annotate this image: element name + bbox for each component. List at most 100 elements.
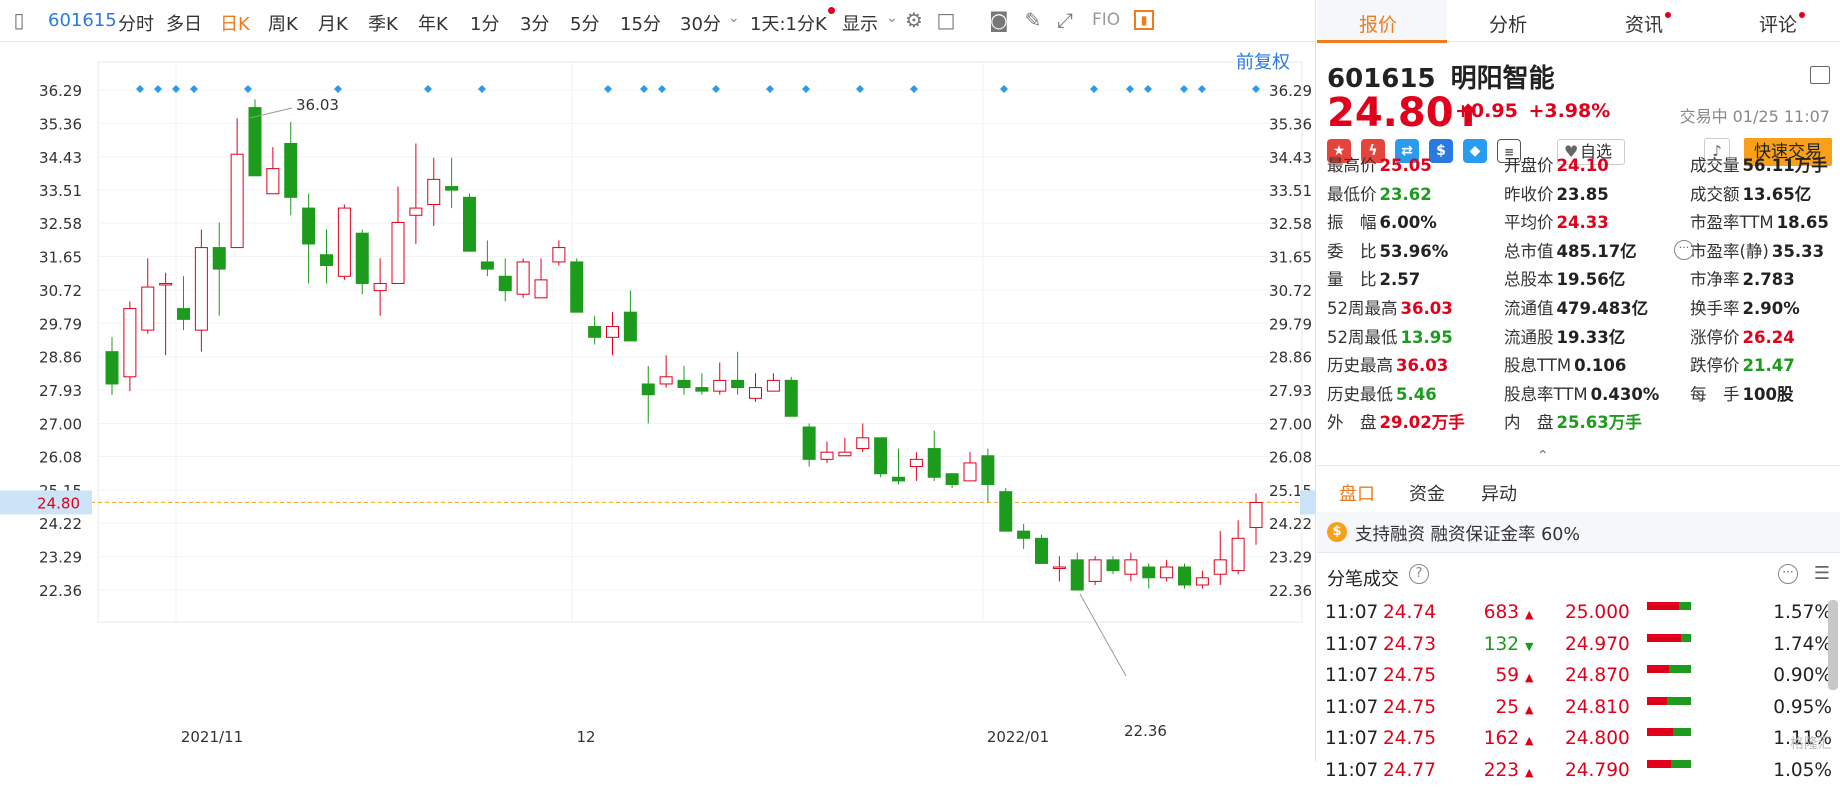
- tick-dir-icon: ▲: [1525, 734, 1534, 747]
- event-marker: [766, 85, 774, 93]
- chevron-down-icon[interactable]: ⌄: [886, 10, 898, 26]
- tab-anomaly[interactable]: 异动: [1481, 480, 1517, 506]
- y-tick-left: 27.93: [39, 382, 82, 400]
- layout-panel-icon[interactable]: ▮: [1134, 10, 1154, 30]
- y-tick-right: 35.36: [1269, 115, 1312, 133]
- fullscreen-icon[interactable]: ⤢: [1054, 9, 1076, 31]
- candle-body: [606, 326, 619, 338]
- trade-status: 交易中 01/25 11:07: [1679, 107, 1830, 126]
- tab-news[interactable]: 资讯: [1625, 10, 1663, 37]
- period-tab-fenshi[interactable]: 分时: [118, 10, 154, 36]
- stat-value: 5.46: [1396, 384, 1437, 404]
- stat-label: 市盈率TTM: [1690, 213, 1774, 233]
- tick-ratio-fill: [1647, 696, 1667, 705]
- square-tool-icon[interactable]: □: [935, 9, 957, 31]
- period-tab-day-k[interactable]: 日K: [220, 10, 250, 36]
- period-tab-year-k[interactable]: 年K: [418, 10, 448, 36]
- dollar-icon[interactable]: $: [1429, 139, 1453, 163]
- day-minute-selector[interactable]: 1天:1分K: [750, 10, 827, 36]
- stat-value: 100股: [1742, 384, 1794, 404]
- more-circle-icon[interactable]: ···: [1674, 239, 1694, 260]
- tick-pct: 0.90%: [1773, 665, 1832, 686]
- stat-label: 历史最高: [1327, 356, 1393, 376]
- sidebar-toggle-icon[interactable]: ▯: [8, 9, 30, 31]
- event-marker: [478, 85, 486, 93]
- stat-label: 涨停价: [1690, 327, 1740, 347]
- stat-value: 23.62: [1379, 184, 1432, 204]
- stat-label: 最高价: [1327, 156, 1377, 175]
- camera-icon[interactable]: ◙: [988, 9, 1010, 31]
- tab-analysis[interactable]: 分析: [1489, 10, 1527, 37]
- pencil-icon[interactable]: ✎: [1022, 9, 1044, 31]
- period-tab-multiday[interactable]: 多日: [166, 10, 202, 36]
- y-tick-right: 29.79: [1269, 315, 1312, 333]
- candle-body: [1178, 566, 1191, 586]
- stat-value: 35.33: [1771, 241, 1825, 261]
- event-marker: [1000, 85, 1008, 93]
- candle-body: [1035, 537, 1048, 564]
- candle-body: [355, 232, 369, 284]
- tag-icon[interactable]: ◆: [1463, 139, 1487, 163]
- f10-button[interactable]: FIO: [1092, 10, 1120, 30]
- stock-code-label[interactable]: 601615: [48, 10, 117, 31]
- active-tab-underline: [1317, 40, 1447, 43]
- tick-volume: 59: [1495, 665, 1519, 686]
- candle-body: [623, 311, 637, 342]
- kline-svg[interactable]: 36.29 36.29 35.36 35.36 34.43 34.43 33.51 33.51…: [0, 42, 1316, 761]
- y-tick-right: 22.36: [1269, 582, 1312, 600]
- tab-comments[interactable]: 评论: [1759, 10, 1797, 37]
- period-tab-week-k[interactable]: 周K: [268, 10, 298, 36]
- period-tab-15min[interactable]: 15分: [620, 10, 661, 36]
- candle-body: [159, 282, 173, 286]
- stat-item: 最高价 25.05: [1327, 152, 1432, 176]
- y-tick-right: 34.43: [1269, 149, 1312, 167]
- candle-body: [588, 326, 602, 338]
- stat-label: 市盈率(静): [1690, 241, 1769, 261]
- period-tab-3min[interactable]: 3分: [520, 10, 549, 36]
- candle-body: [463, 196, 476, 252]
- candle-body: [1088, 559, 1102, 582]
- tick-bid: 24.810: [1565, 696, 1630, 718]
- stat-item: 股息TTM 0.106: [1504, 352, 1626, 376]
- tab-capital[interactable]: 资金: [1409, 480, 1445, 506]
- period-tab-month-k[interactable]: 月K: [318, 10, 348, 36]
- stat-value: 53.96%: [1379, 241, 1449, 261]
- help-icon[interactable]: ?: [1409, 564, 1429, 584]
- list-view-icon[interactable]: ☰: [1814, 563, 1830, 584]
- chevron-down-icon[interactable]: ⌄: [728, 10, 740, 26]
- tab-quote[interactable]: 报价: [1359, 10, 1397, 37]
- candle-body: [1213, 559, 1227, 575]
- tick-ratio-fill: [1647, 633, 1682, 642]
- tab-orderbook[interactable]: 盘口: [1339, 480, 1375, 506]
- tick-volume: 683: [1483, 602, 1519, 623]
- stat-label: 流通值: [1504, 299, 1554, 318]
- kline-chart[interactable]: 36.29 36.29 35.36 35.36 34.43 34.43 33.51 33.51…: [0, 42, 1316, 761]
- price-value: 24.80: [1327, 90, 1454, 136]
- period-tab-30min[interactable]: 30分: [680, 10, 721, 36]
- period-tab-1min[interactable]: 1分: [470, 10, 499, 36]
- sidebar-layout-icon[interactable]: [1810, 66, 1830, 84]
- candle-body: [320, 254, 333, 267]
- display-dropdown[interactable]: 显示: [842, 10, 878, 36]
- stat-item: 振 幅 6.00%: [1327, 209, 1437, 233]
- y-tick-right: 32.58: [1269, 215, 1312, 233]
- change-percent: +3.98%: [1528, 100, 1611, 122]
- tick-row: 11:07 24.75 162 ▲ 24.800 1.11%: [1317, 726, 1840, 756]
- collapse-chevron-icon[interactable]: ⌃: [1537, 448, 1549, 464]
- stat-label: 市净率: [1690, 270, 1740, 290]
- tick-price: 24.75: [1383, 696, 1436, 718]
- stat-item: 最低价 23.62: [1327, 181, 1432, 205]
- candle-body: [999, 491, 1013, 532]
- candle-body: [123, 308, 137, 378]
- stat-item: 开盘价 24.10: [1504, 152, 1609, 176]
- tick-price: 24.75: [1383, 728, 1436, 749]
- more-icon[interactable]: ···: [1778, 564, 1798, 584]
- candle-body: [373, 282, 387, 292]
- period-tab-quarter-k[interactable]: 季K: [368, 10, 398, 36]
- period-tab-5min[interactable]: 5分: [570, 10, 599, 36]
- stat-label: 成交额: [1690, 184, 1740, 204]
- adjust-label: 前复权: [1236, 52, 1290, 73]
- ticks-scrollbar[interactable]: [1828, 600, 1838, 690]
- candle-body: [659, 376, 673, 385]
- settings-gear-icon[interactable]: ⚙: [903, 9, 925, 31]
